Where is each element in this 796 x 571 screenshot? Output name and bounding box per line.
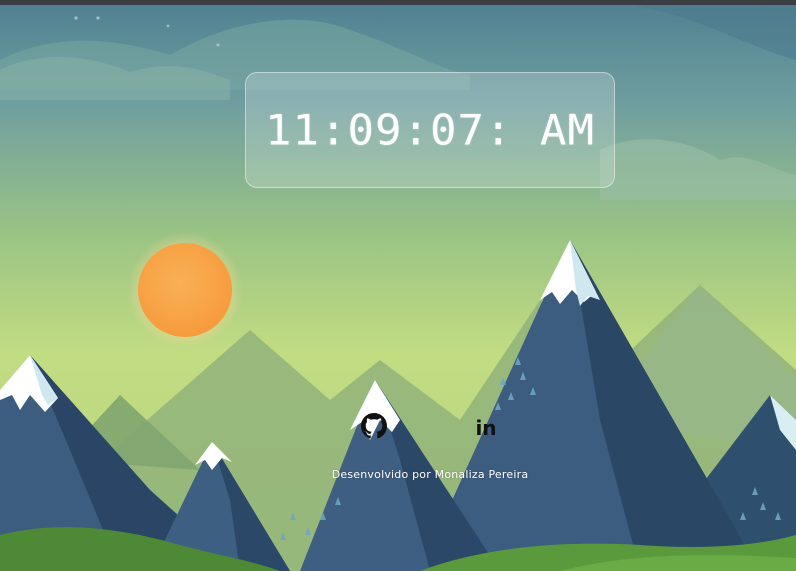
clock-card: 11:09:07: AM — [245, 72, 615, 188]
github-icon — [361, 413, 387, 443]
clock-time: 11:09:07: AM — [265, 105, 595, 155]
footer-credit: Desenvolvido por Monaliza Pereira — [331, 468, 529, 481]
linkedin-icon: in — [475, 416, 497, 440]
window-top-bar — [0, 0, 796, 5]
github-link[interactable] — [358, 412, 390, 444]
linkedin-link[interactable]: in — [470, 412, 502, 444]
